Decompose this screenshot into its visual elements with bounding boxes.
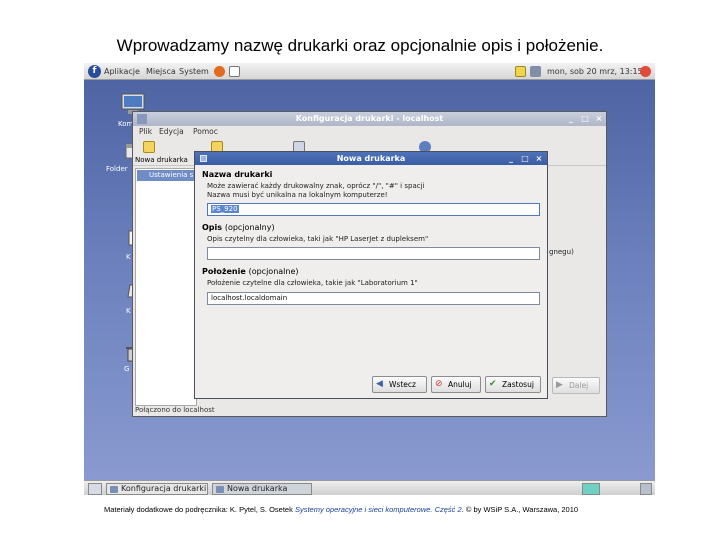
list-item-server-settings[interactable]: Ustawienia s <box>137 170 195 181</box>
slide-title: Wprowadzamy nazwę drukarki oraz opcjonal… <box>116 36 604 55</box>
status-bar: Połączono do localhost <box>135 406 215 414</box>
show-desktop-icon[interactable] <box>88 483 102 495</box>
location-hint: Położenie czytelne dla człowieka, takie … <box>207 279 418 287</box>
menu-places[interactable]: Miejsca <box>146 67 176 76</box>
location-optional-label: (opcjonalne) <box>248 267 299 276</box>
trash-applet-icon[interactable] <box>640 483 652 495</box>
forward-button[interactable]: ▶ Dalej <box>552 377 600 394</box>
printer-name-hint-1: Może zawierać każdy drukowalny znak, opr… <box>207 182 425 190</box>
window-menu-icon[interactable] <box>137 114 147 124</box>
close-icon[interactable]: × <box>534 154 544 164</box>
minimize-icon[interactable]: _ <box>506 154 516 164</box>
bottom-panel: Konfiguracja drukarki Nowa drukarka <box>84 480 655 495</box>
fedora-logo-icon[interactable]: f <box>88 65 101 78</box>
cancel-icon: ⊘ <box>435 379 443 389</box>
menu-help[interactable]: Pomoc <box>193 127 218 136</box>
footer-text-2: . © by WSiP S.A., Warszawa, 2010 <box>461 505 579 514</box>
apply-button[interactable]: ✔ Zastosuj <box>485 376 541 393</box>
desktop-label-trash: G <box>124 365 130 373</box>
printer-name-value: PS_920 <box>211 205 239 213</box>
back-button[interactable]: ◀ Wstecz <box>372 376 427 393</box>
close-icon[interactable]: × <box>594 114 604 124</box>
menu-file[interactable]: Plik <box>139 127 152 136</box>
printer-list[interactable]: Ustawienia s <box>135 168 197 406</box>
maximize-icon[interactable]: □ <box>520 154 530 164</box>
footer-text-1: Materiały dodatkowe do podręcznika: K. P… <box>104 505 295 514</box>
description-hint: Opis czytelny dla człowieka, taki jak "H… <box>207 235 429 243</box>
printer-config-title: Konfiguracja drukarki - localhost <box>295 114 444 123</box>
cancel-button[interactable]: ⊘ Anuluj <box>431 376 481 393</box>
printer-name-input[interactable]: PS_920 <box>207 203 540 216</box>
printer-name-hint-2: Nazwa musi być unikalna na lokalnym komp… <box>207 191 388 199</box>
taskbar-item-new-printer-label: Nowa drukarka <box>227 484 288 493</box>
location-heading-label: Położenie <box>202 267 246 276</box>
top-panel: f Aplikacje Miejsca System mon, sob 20 m… <box>84 63 655 80</box>
forward-button-label: Dalej <box>569 381 589 390</box>
desktop-label-usb: K <box>126 307 131 315</box>
printer-icon <box>216 486 224 493</box>
window-menu-icon[interactable] <box>200 155 207 162</box>
desktop-screenshot: f Aplikacje Miejsca System mon, sob 20 m… <box>84 63 655 495</box>
desktop-label-folder: Folder <box>106 165 128 173</box>
description-optional-label: (opcjonalny) <box>224 223 275 232</box>
network-icon[interactable] <box>530 66 541 77</box>
description-input[interactable] <box>207 247 540 260</box>
clock[interactable]: mon, sob 20 mrz, 13:15 <box>547 67 643 76</box>
apply-button-label: Zastosuj <box>502 380 534 389</box>
menu-applications[interactable]: Aplikacje <box>104 67 140 76</box>
desktop-label-drive: K <box>126 253 131 261</box>
printer-config-menubar: Plik Edycja Pomoc <box>133 126 606 138</box>
printer-name-heading: Nazwa drukarki <box>202 170 273 179</box>
new-printer-icon[interactable] <box>143 141 155 153</box>
power-icon[interactable] <box>640 66 651 77</box>
location-heading: Położenie (opcjonalne) <box>202 267 299 276</box>
workspace-switcher[interactable] <box>582 483 600 495</box>
footer-book-title: Systemy operacyjne i sieci komputerowe. … <box>294 505 462 514</box>
new-printer-titlebar[interactable]: Nowa drukarka _ □ × <box>195 152 547 165</box>
new-printer-title: Nowa drukarka <box>336 154 406 163</box>
back-button-label: Wstecz <box>389 380 416 389</box>
description-heading-label: Opis <box>202 223 223 232</box>
slide: Wprowadzamy nazwę drukarki oraz opcjonal… <box>0 0 720 540</box>
firefox-icon[interactable] <box>214 66 225 77</box>
location-input[interactable]: localhost.localdomain <box>207 292 540 305</box>
taskbar-item-printer-config[interactable]: Konfiguracja drukarki <box>106 483 208 495</box>
description-heading: Opis (opcjonalny) <box>202 223 275 232</box>
taskbar-item-new-printer[interactable]: Nowa drukarka <box>212 483 312 495</box>
maximize-icon[interactable]: □ <box>580 114 590 124</box>
taskbar-item-printer-config-label: Konfiguracja drukarki <box>121 484 207 493</box>
printer-config-titlebar[interactable]: Konfiguracja drukarki - localhost _ □ × <box>133 112 606 126</box>
minimize-icon[interactable]: _ <box>566 114 576 124</box>
new-printer-dialog: Nowa drukarka _ □ × Nazwa drukarki Może … <box>194 151 548 399</box>
help-icon[interactable] <box>229 66 240 77</box>
arrow-right-icon: ▶ <box>556 380 563 390</box>
notes-icon[interactable] <box>515 66 526 77</box>
menu-edit[interactable]: Edycja <box>159 127 184 136</box>
arrow-left-icon: ◀ <box>376 379 383 389</box>
cancel-button-label: Anuluj <box>448 380 472 389</box>
parent-side-text: gnegu) <box>549 248 574 256</box>
new-printer-button-label[interactable]: Nowa drukarka <box>135 156 188 164</box>
printer-icon <box>110 486 118 493</box>
checkmark-icon: ✔ <box>489 379 497 389</box>
menu-system[interactable]: System <box>179 67 209 76</box>
slide-footer: Materiały dodatkowe do podręcznika: K. P… <box>104 505 578 514</box>
